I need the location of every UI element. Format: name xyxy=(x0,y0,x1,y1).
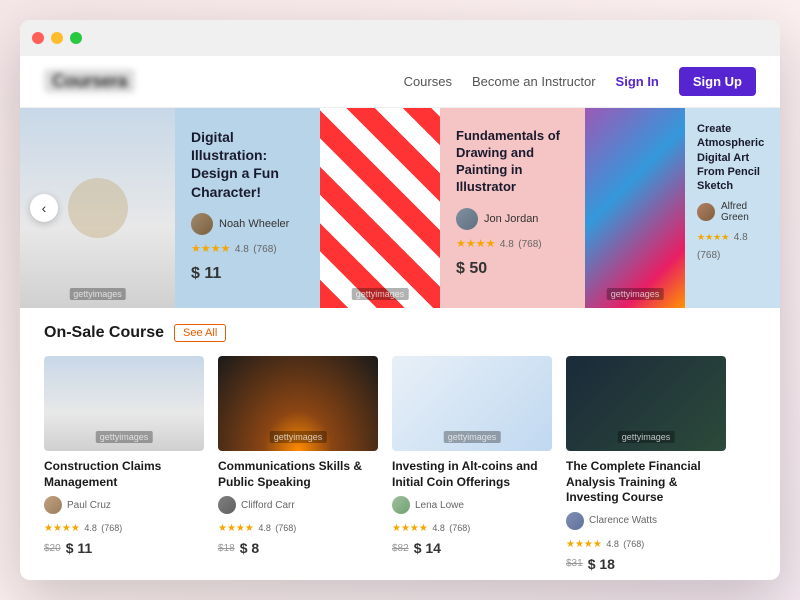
instructor-avatar-2 xyxy=(456,208,478,230)
course-card-construction[interactable]: gettyimages Construction Claims Manageme… xyxy=(44,356,204,572)
course-thumb-communications: gettyimages xyxy=(218,356,378,451)
watermark-1: gettyimages xyxy=(69,288,126,300)
course-rating-financial: ★★★★ 4.8 (768) xyxy=(566,534,726,552)
instructor-name-3: Alfred Green xyxy=(721,201,768,223)
onsale-title: On-Sale Course xyxy=(44,324,164,342)
logo: Coursera xyxy=(44,71,404,92)
nav-become-instructor[interactable]: Become an Instructor xyxy=(472,74,596,89)
instructor-name-investing: Lena Lowe xyxy=(415,500,464,511)
nav-links: Courses Become an Instructor Sign In Sig… xyxy=(404,67,756,96)
course-instructor-financial: Clarence Watts xyxy=(566,512,726,530)
instructor-name-financial: Clarence Watts xyxy=(589,515,657,526)
titlebar xyxy=(20,20,780,56)
instructor-avatar-investing xyxy=(392,496,410,514)
course-card-communications[interactable]: gettyimages Communications Skills & Publ… xyxy=(218,356,378,572)
onsale-section: On-Sale Course See All gettyimages Const… xyxy=(20,308,780,580)
course-instructor-investing: Lena Lowe xyxy=(392,496,552,514)
hero-card-painting-title: Fundamentals of Drawing and Painting in … xyxy=(456,128,569,196)
hero-instructor-row-2: Jon Jordan xyxy=(456,208,569,230)
hero-card-image-3[interactable]: gettyimages xyxy=(585,108,685,308)
course-title-communications: Communications Skills & Public Speaking xyxy=(218,459,378,490)
hero-price-1: $ 11 xyxy=(191,265,304,283)
course-card-financial[interactable]: gettyimages The Complete Financial Analy… xyxy=(566,356,726,572)
course-rating-construction: ★★★★ 4.8 (768) xyxy=(44,518,204,536)
watermark-3: gettyimages xyxy=(607,288,664,300)
instructor-avatar-1 xyxy=(191,213,213,235)
course-thumb-investing: gettyimages xyxy=(392,356,552,451)
see-all-button[interactable]: See All xyxy=(174,324,226,342)
maximize-button[interactable] xyxy=(70,32,82,44)
instructor-avatar-communications xyxy=(218,496,236,514)
course-title-financial: The Complete Financial Analysis Training… xyxy=(566,459,726,506)
hero-card-painting[interactable]: Fundamentals of Drawing and Painting in … xyxy=(440,108,585,308)
carousel-prev-button[interactable]: ‹ xyxy=(30,194,58,222)
app-window: Coursera Courses Become an Instructor Si… xyxy=(20,20,780,580)
course-instructor-communications: Clifford Carr xyxy=(218,496,378,514)
hero-rating-2: ★★★★ 4.8 (768) xyxy=(456,234,569,252)
instructor-avatar-3 xyxy=(697,203,715,221)
instructor-name-construction: Paul Cruz xyxy=(67,500,111,511)
course-title-construction: Construction Claims Management xyxy=(44,459,204,490)
instructor-avatar-construction xyxy=(44,496,62,514)
course-price-communications: $18 $ 8 xyxy=(218,540,378,556)
onsale-header: On-Sale Course See All xyxy=(44,324,756,342)
hero-card-illustration-title: Digital Illustration: Design a Fun Chara… xyxy=(191,128,304,201)
hero-card-image-2[interactable]: gettyimages xyxy=(320,108,440,308)
watermark-2: gettyimages xyxy=(352,288,409,300)
navbar: Coursera Courses Become an Instructor Si… xyxy=(20,56,780,108)
hero-carousel: ‹ gettyimages Digital Illustration: Desi… xyxy=(20,108,780,308)
course-rating-communications: ★★★★ 4.8 (768) xyxy=(218,518,378,536)
course-instructor-construction: Paul Cruz xyxy=(44,496,204,514)
hero-card-sketch-title: Create Atmospheric Digital Art From Penc… xyxy=(697,122,768,193)
instructor-avatar-financial xyxy=(566,512,584,530)
nav-signup-button[interactable]: Sign Up xyxy=(679,67,756,96)
instructor-name-1: Noah Wheeler xyxy=(219,218,289,230)
instructor-name-2: Jon Jordan xyxy=(484,213,538,225)
nav-signin[interactable]: Sign In xyxy=(616,74,659,89)
course-thumb-construction: gettyimages xyxy=(44,356,204,451)
instructor-name-communications: Clifford Carr xyxy=(241,500,295,511)
course-price-financial: $31 $ 18 xyxy=(566,556,726,572)
hero-rating-3: ★★★★ 4.8 (768) xyxy=(697,227,768,263)
hero-rating-1: ★★★★ 4.8 (768) xyxy=(191,239,304,257)
course-rating-investing: ★★★★ 4.8 (768) xyxy=(392,518,552,536)
hero-price-2: $ 50 xyxy=(456,260,569,278)
hero-card-illustration[interactable]: Digital Illustration: Design a Fun Chara… xyxy=(175,108,320,308)
course-title-investing: Investing in Alt-coins and Initial Coin … xyxy=(392,459,552,490)
close-button[interactable] xyxy=(32,32,44,44)
thumb-watermark-2: gettyimages xyxy=(270,431,327,443)
window-content: Coursera Courses Become an Instructor Si… xyxy=(20,56,780,580)
minimize-button[interactable] xyxy=(51,32,63,44)
nav-courses[interactable]: Courses xyxy=(404,74,452,89)
course-grid: gettyimages Construction Claims Manageme… xyxy=(44,356,756,572)
thumb-watermark-3: gettyimages xyxy=(444,431,501,443)
thumb-watermark-1: gettyimages xyxy=(96,431,153,443)
hero-instructor-row-3: Alfred Green xyxy=(697,201,768,223)
course-thumb-financial: gettyimages xyxy=(566,356,726,451)
thumb-watermark-4: gettyimages xyxy=(618,431,675,443)
course-card-investing[interactable]: gettyimages Investing in Alt-coins and I… xyxy=(392,356,552,572)
hero-card-sketch[interactable]: Create Atmospheric Digital Art From Penc… xyxy=(685,108,780,308)
course-price-investing: $82 $ 14 xyxy=(392,540,552,556)
hero-instructor-row-1: Noah Wheeler xyxy=(191,213,304,235)
course-price-construction: $20 $ 11 xyxy=(44,540,204,556)
